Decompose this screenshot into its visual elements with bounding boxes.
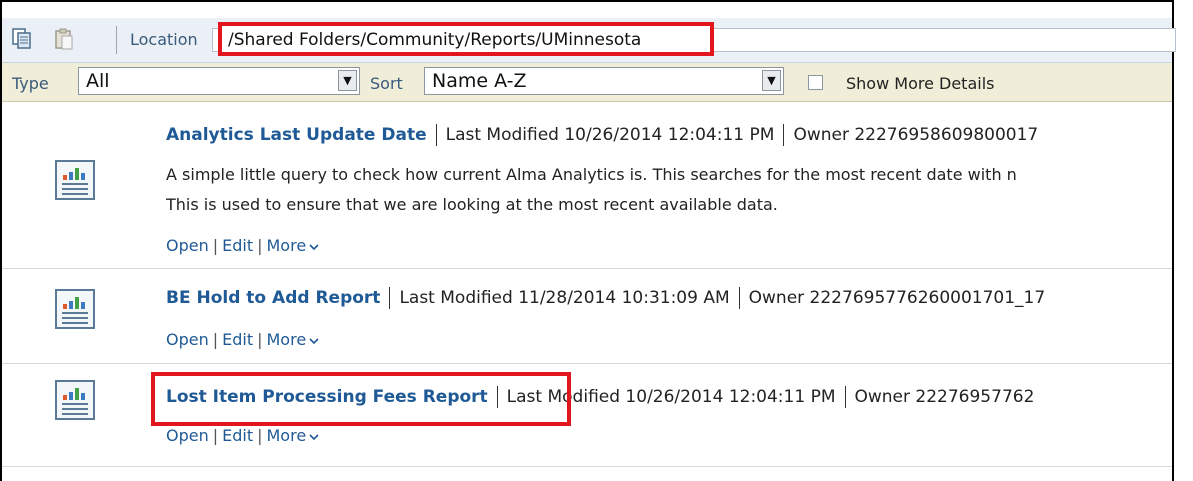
report-title-link[interactable]: Analytics Last Update Date [166,125,427,145]
chevron-down-icon[interactable]: ▼ [338,70,357,91]
report-analysis-icon [55,160,95,200]
sort-select[interactable]: Name A-Z ▼ [424,67,784,95]
report-title-highlight-box [151,372,571,426]
frame-border-top [0,0,1174,2]
report-analysis-icon [55,380,95,420]
copy-icon[interactable] [12,28,32,50]
report-actions: Open | Edit | More [166,426,319,445]
paste-icon[interactable] [54,28,74,50]
more-link[interactable]: More [267,236,320,255]
report-analysis-icon [55,289,95,329]
report-title-line: Analytics Last Update Date Last Modified … [166,124,1171,146]
report-actions: Open | Edit | More [166,330,319,349]
chevron-down-icon [309,433,319,440]
type-select[interactable]: All ▼ [78,67,360,95]
report-title-link[interactable]: BE Hold to Add Report [166,288,380,308]
open-link[interactable]: Open [166,426,209,445]
report-actions: Open | Edit | More [166,236,319,255]
row-divider [2,466,1172,467]
type-select-value: All [86,70,110,92]
edit-link[interactable]: Edit [222,426,253,445]
report-title-line: BE Hold to Add Report Last Modified 11/28… [166,287,1171,309]
sort-label: Sort [370,74,403,93]
chevron-down-icon [309,337,319,344]
more-link[interactable]: More [267,330,320,349]
separator [783,124,785,146]
separator [435,124,437,146]
sort-select-value: Name A-Z [432,70,527,92]
row-divider [2,268,1172,269]
location-label: Location [130,30,198,49]
report-owner: Owner 22276957762 [854,387,1035,407]
edit-link[interactable]: Edit [222,236,253,255]
separator [844,386,846,408]
report-modified: Last Modified 11/28/2014 10:31:09 AM [399,288,730,308]
type-label: Type [12,74,49,93]
frame-border-right [1172,0,1174,481]
row-divider [2,363,1172,364]
open-link[interactable]: Open [166,330,209,349]
filter-bar: Type All ▼ Sort Name A-Z ▼ Show More Det… [2,63,1172,102]
show-more-details-checkbox[interactable] [808,75,823,90]
report-owner: Owner 2227695776260001701_17 [748,288,1046,308]
chevron-down-icon [309,243,319,250]
edit-link[interactable]: Edit [222,330,253,349]
chevron-down-icon[interactable]: ▼ [762,70,781,91]
more-link[interactable]: More [267,426,320,445]
report-description-line-1: A simple little query to check how curre… [166,165,1017,184]
toolbar-separator [116,26,117,54]
location-path[interactable]: /Shared Folders/Community/Reports/UMinne… [228,30,641,50]
report-owner: Owner 22276958609800017 [793,125,1039,145]
report-description-line-2: This is used to ensure that we are looki… [166,195,778,214]
location-toolbar: Location /Shared Folders/Community/Repor… [2,18,1176,63]
report-modified: Last Modified 10/26/2014 12:04:11 PM [445,125,775,145]
show-more-details-label: Show More Details [846,74,995,93]
open-link[interactable]: Open [166,236,209,255]
separator [738,287,740,309]
separator [389,287,391,309]
